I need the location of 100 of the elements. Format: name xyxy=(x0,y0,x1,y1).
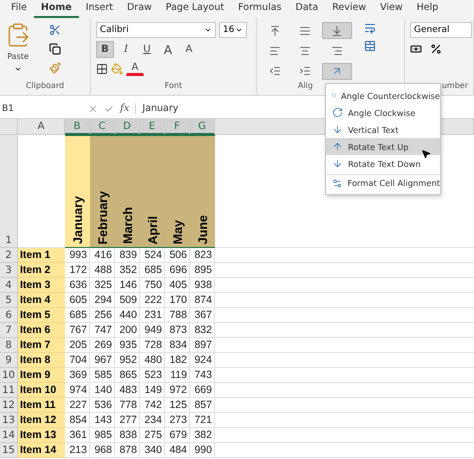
number-format-field[interactable]: General xyxy=(410,22,472,38)
ribbon-tab[interactable]: File xyxy=(4,0,34,18)
table-cell: 839 xyxy=(115,248,140,263)
column-header[interactable]: D xyxy=(115,119,140,135)
table-cell: 524 xyxy=(140,248,165,263)
table-cell: 484 xyxy=(165,443,190,458)
font-color-button[interactable]: A xyxy=(126,61,144,76)
row-header[interactable]: 6 xyxy=(0,308,18,323)
table-cell: 182 xyxy=(165,353,190,368)
increase-indent-icon xyxy=(298,65,311,78)
row-header[interactable]: 4 xyxy=(0,278,18,293)
copy-icon[interactable] xyxy=(49,43,61,55)
column-header[interactable]: E xyxy=(140,119,165,135)
row-header[interactable]: 2 xyxy=(0,248,18,263)
menu-item[interactable]: Vertical Text xyxy=(326,121,440,138)
caret-icon[interactable] xyxy=(234,26,243,34)
row-header[interactable]: 10 xyxy=(0,368,18,383)
merge-cells-icon[interactable] xyxy=(364,40,376,52)
ribbon-tab[interactable]: View xyxy=(373,0,410,18)
up-arrow-icon xyxy=(332,141,343,152)
menu-item[interactable]: Rotate Text Up xyxy=(326,138,440,155)
row-header[interactable]: 9 xyxy=(0,353,18,368)
caret-icon[interactable] xyxy=(204,26,212,34)
ribbon-tab[interactable]: Insert xyxy=(78,0,120,18)
cut-icon[interactable] xyxy=(49,24,61,36)
menu-item[interactable]: Angle Counterclockwise xyxy=(326,87,440,104)
format-painter-icon[interactable] xyxy=(49,62,61,74)
paste-button[interactable]: Paste xyxy=(7,52,29,61)
table-cell: 170 xyxy=(165,293,190,308)
mouse-cursor-icon xyxy=(421,149,431,159)
table-cell: 993 xyxy=(65,248,90,263)
table-cell: 685 xyxy=(140,263,165,278)
font-style-button[interactable]: U xyxy=(138,41,156,58)
font-size-button[interactable]: A xyxy=(180,41,198,58)
column-header[interactable]: B xyxy=(65,119,90,135)
row-header[interactable]: 13 xyxy=(0,413,18,428)
name-box[interactable]: B1 xyxy=(2,104,82,114)
menu-item[interactable]: Rotate Text Down xyxy=(326,155,440,172)
month-label: May xyxy=(170,220,184,244)
cancel-icon[interactable] xyxy=(88,104,98,114)
table-cell: 340 xyxy=(140,443,165,458)
align-bottom-icon xyxy=(330,24,343,36)
row-header[interactable]: 14 xyxy=(0,428,18,443)
table-cell: 949 xyxy=(140,323,165,338)
font-name-field[interactable]: Calibri xyxy=(96,22,216,38)
ribbon-tab[interactable]: Formulas xyxy=(231,0,288,18)
row-header[interactable]: 8 xyxy=(0,338,18,353)
table-cell: 952 xyxy=(115,353,140,368)
column-header[interactable]: F xyxy=(165,119,190,135)
check-icon[interactable] xyxy=(104,104,114,114)
table-cell: 480 xyxy=(140,353,165,368)
row-header[interactable]: 11 xyxy=(0,383,18,398)
alignment-button[interactable] xyxy=(322,22,352,39)
menu-item[interactable]: Format Cell Alignment xyxy=(326,174,440,191)
ribbon-tab[interactable]: Data xyxy=(288,0,326,18)
group-label: Font xyxy=(164,81,184,92)
ribbon-tab[interactable]: Help xyxy=(410,0,446,18)
fill-color-icon[interactable] xyxy=(110,62,123,74)
row-header[interactable]: 1 xyxy=(0,135,18,248)
ribbon-tab[interactable]: Draw xyxy=(120,0,159,18)
currency-icon[interactable] xyxy=(410,43,422,55)
row-header[interactable]: 12 xyxy=(0,398,18,413)
caret-icon[interactable] xyxy=(14,65,22,73)
align-top-icon xyxy=(268,24,281,36)
table-cell: Item 3 xyxy=(18,278,65,293)
row-header[interactable]: 3 xyxy=(0,263,18,278)
alignment-button[interactable] xyxy=(322,62,352,80)
ribbon-tab[interactable]: Page Layout xyxy=(158,0,232,18)
table-cell: 788 xyxy=(165,308,190,323)
font-style-button[interactable]: B xyxy=(96,41,114,58)
row-header[interactable]: 7 xyxy=(0,323,18,338)
table-cell: 143 xyxy=(90,413,115,428)
table-cell: 483 xyxy=(115,383,140,398)
font-size-field[interactable]: 16 xyxy=(218,22,247,38)
table-cell: 222 xyxy=(140,293,165,308)
row-header[interactable]: 15 xyxy=(0,443,18,458)
table-cell: Item 10 xyxy=(18,383,65,398)
table-cell: Item 2 xyxy=(18,263,65,278)
table-cell: 200 xyxy=(115,323,140,338)
table-cell: 361 xyxy=(65,428,90,443)
table-cell: 227 xyxy=(65,398,90,413)
table-cell: 865 xyxy=(115,368,140,383)
function-label[interactable]: fx xyxy=(120,103,130,114)
row-header[interactable]: 5 xyxy=(0,293,18,308)
font-style-button[interactable]: I xyxy=(116,41,135,58)
column-header[interactable]: G xyxy=(190,119,215,135)
table-cell: 696 xyxy=(165,263,190,278)
column-header[interactable]: C xyxy=(90,119,115,135)
percent-icon[interactable] xyxy=(430,43,442,55)
table-cell: Item 11 xyxy=(18,398,65,413)
table-cell: 838 xyxy=(115,428,140,443)
column-header[interactable]: A xyxy=(18,119,65,135)
table-cell: 967 xyxy=(90,353,115,368)
font-size-button[interactable]: A xyxy=(158,41,177,58)
ribbon-tab[interactable]: Review xyxy=(325,0,374,18)
wrap-text-icon[interactable] xyxy=(364,22,376,34)
borders-icon[interactable] xyxy=(96,62,108,74)
group-label: Clipboard xyxy=(24,81,66,92)
table-cell: 256 xyxy=(90,308,115,323)
table-cell: 273 xyxy=(165,413,190,428)
